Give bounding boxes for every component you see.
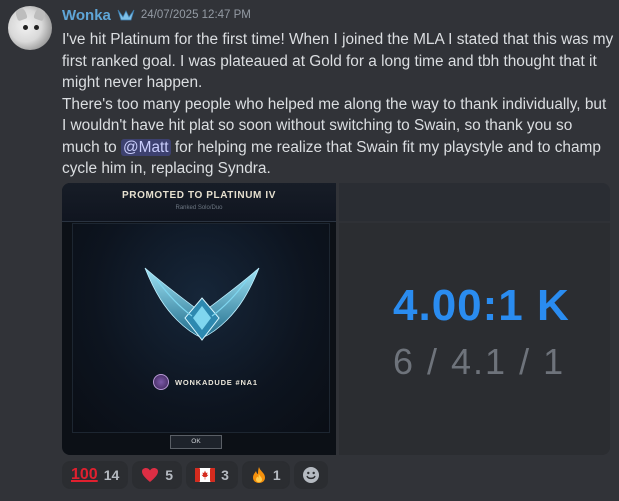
hundred-points-icon: 100 <box>71 466 98 483</box>
message-paragraph: I've hit Platinum for the first time! Wh… <box>62 31 614 91</box>
reaction-canada[interactable]: 3 <box>186 461 238 489</box>
reaction-count: 3 <box>221 467 229 483</box>
reaction-count: 14 <box>103 467 120 483</box>
user-avatar[interactable] <box>8 6 52 50</box>
reaction-heart[interactable]: 5 <box>132 461 183 489</box>
red-heart-icon <box>141 467 159 483</box>
message-timestamp: 24/07/2025 12:47 PM <box>140 9 251 21</box>
fire-icon <box>251 466 267 484</box>
message-header: Wonka 24/07/2025 12:47 PM <box>62 4 251 26</box>
summoner-icon <box>153 374 169 390</box>
user-mention[interactable]: @Matt <box>121 138 171 156</box>
reactions-bar: 100 14 5 3 1 <box>62 461 328 491</box>
chat-message: Wonka 24/07/2025 12:47 PM I've hit Plati… <box>0 0 619 501</box>
promotion-header: PROMOTED TO PLATINUM IV Ranked Solo/Duo <box>62 183 336 222</box>
message-paragraph: There's too many people who helped me al… <box>62 94 614 180</box>
ok-button: OK <box>170 435 222 449</box>
reaction-fire[interactable]: 1 <box>241 461 290 489</box>
kda-ratio: 4.00:1 K <box>393 281 570 330</box>
username[interactable]: Wonka <box>62 7 111 24</box>
summoner-name: WONKADUDE #NA1 <box>175 377 258 387</box>
add-reaction-icon <box>302 467 319 483</box>
promotion-queue: Ranked Solo/Duo <box>175 205 223 211</box>
reaction-hundred[interactable]: 100 14 <box>62 461 129 489</box>
message-content: I've hit Platinum for the first time! Wh… <box>62 29 614 180</box>
promotion-title: PROMOTED TO PLATINUM IV <box>122 190 276 201</box>
reaction-count: 5 <box>165 467 174 483</box>
kda-panel <box>339 223 610 455</box>
role-badge-icon[interactable] <box>117 8 135 22</box>
promotion-art: WONKADUDE #NA1 <box>72 223 330 433</box>
reaction-count: 1 <box>272 467 281 483</box>
kda-header-band <box>339 183 610 221</box>
platinum-emblem-icon <box>144 267 260 341</box>
add-reaction-button[interactable] <box>293 461 328 489</box>
kda-average: 6 / 4.1 / 1 <box>393 341 566 382</box>
canada-flag-icon <box>195 468 216 482</box>
image-attachment-promotion[interactable]: PROMOTED TO PLATINUM IV Ranked Solo/Duo <box>62 183 336 455</box>
summoner-info: WONKADUDE #NA1 <box>153 374 258 390</box>
image-attachment-kda[interactable]: 4.00:1 K 6 / 4.1 / 1 <box>339 183 610 455</box>
